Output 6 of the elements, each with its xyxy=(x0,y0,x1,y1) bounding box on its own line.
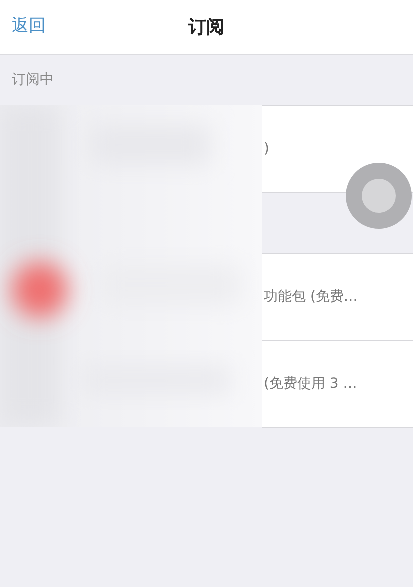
section-header: 订阅中 xyxy=(12,71,54,89)
list-row[interactable]: 功能包 (免费… xyxy=(262,254,413,341)
list-row[interactable]: (免费使用 3 … xyxy=(262,341,413,427)
list-row[interactable]: ) xyxy=(262,106,413,192)
page-title: 订阅 xyxy=(188,16,224,39)
back-button[interactable]: 返回 xyxy=(12,14,46,37)
